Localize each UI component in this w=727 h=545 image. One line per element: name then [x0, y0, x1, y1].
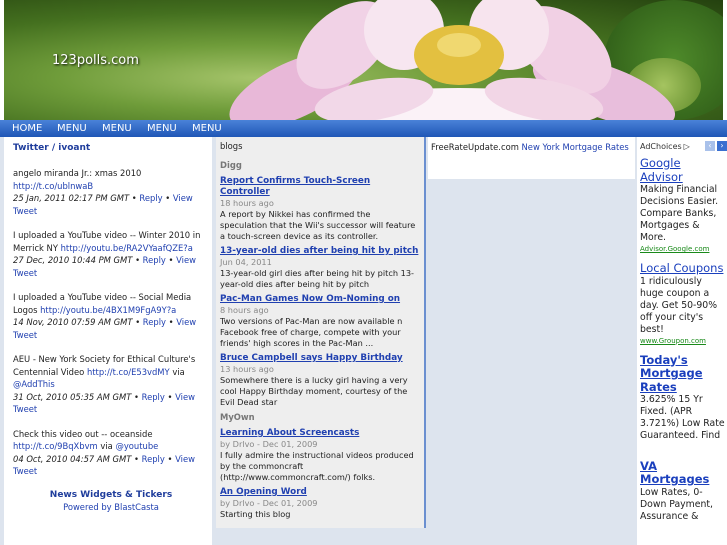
tweet-item: I uploaded a YouTube video -- Social Med… [13, 292, 197, 340]
widget-footer: News Widgets & Tickers Powered by BlastC… [13, 490, 209, 512]
reply-link[interactable]: Reply [142, 392, 165, 402]
tweet-link[interactable]: http://t.co/9BqXbvm [13, 441, 98, 451]
nav-menu-4[interactable]: MENU [192, 123, 222, 134]
header-banner: 123polls.com [0, 0, 727, 120]
tweet-link[interactable]: http://youtu.be/4BX1M9FgA9Y?a [40, 305, 176, 315]
adchoices-bar: AdChoices ▷ ‹ › [640, 140, 727, 152]
reply-link[interactable]: Reply [143, 317, 166, 327]
ad-title-link[interactable]: Today's Mortgage Rates [640, 354, 726, 395]
section-heading: Digg [220, 160, 242, 170]
nav-menu-3[interactable]: MENU [147, 123, 177, 134]
tweet-time: 14 Nov, 2010 07:59 AM GMT [13, 317, 133, 327]
reply-link[interactable]: Reply [139, 193, 162, 203]
blogs-title: blogs [220, 141, 243, 151]
tweet-text: angelo miranda Jr.: xmas 2010 [13, 168, 142, 178]
tweet-time: 31 Oct, 2010 05:35 AM GMT [13, 391, 132, 402]
post-time: 8 hours ago [220, 305, 269, 315]
site-title[interactable]: 123polls.com [52, 53, 139, 68]
post-title-link[interactable]: Learning About Screencasts [220, 428, 420, 439]
tweet-item: AEU - New York Society for Ethical Cultu… [13, 354, 196, 414]
tweet-via: via [169, 366, 185, 377]
main-nav: HOME MENU MENU MENU MENU [0, 120, 727, 137]
blog-post: Bruce Campbell says Happy Birthday 13 ho… [220, 353, 420, 408]
tweet-mention-link[interactable]: @youtube [115, 441, 158, 451]
post-time: 18 hours ago [220, 198, 274, 208]
blog-post: Learning About Screencasts by Drlvo - De… [220, 428, 420, 483]
ad-title-link[interactable]: Google Advisor [640, 156, 726, 184]
tweet-time: 04 Oct, 2010 04:57 AM GMT [13, 453, 132, 464]
blogs-widget: blogs Digg Report Confirms Touch-Screen … [216, 137, 426, 528]
tweet-mention-link[interactable]: @AddThis [13, 379, 55, 389]
ad-body: Low Rates, 0-Down Payment, Assurance & [640, 486, 713, 522]
nav-home[interactable]: HOME [12, 123, 42, 134]
tweet-item: angelo miranda Jr.: xmas 2010 http://t.c… [13, 168, 193, 216]
blog-post: Pac-Man Games Now Om-Noming on 8 hours a… [220, 294, 420, 349]
post-time: by Drlvo - Dec 01, 2009 [220, 498, 318, 508]
ad-item: Today's Mortgage Rates 3.625% 15 Yr Fixe… [640, 354, 726, 452]
tweet-link[interactable]: http://t.co/ublnwaB [13, 181, 93, 191]
post-title-link[interactable]: An Opening Word [220, 487, 420, 498]
post-excerpt: Two versions of Pac-Man are now availabl… [220, 316, 403, 348]
rate-site-name: FreeRateUpdate.com [431, 142, 519, 152]
ad-item: Local Coupons 1 ridiculously huge coupon… [640, 261, 726, 346]
post-time: Jun 04, 2011 [220, 257, 272, 267]
ad-body: Making Financial Decisions Easier. Compa… [640, 184, 719, 243]
post-excerpt: I fully admire the instructional videos … [220, 450, 414, 482]
ad-body: 3.625% 15 Yr Fixed. (APR 3.721%) Low Rat… [640, 394, 725, 441]
twitter-title[interactable]: Twitter / ivoant [13, 143, 212, 153]
tweet-time: 27 Dec, 2010 10:44 PM GMT [13, 255, 133, 265]
tweet-time: 25 Jan, 2011 02:17 PM GMT [13, 193, 130, 203]
ad-body: 1 ridiculously huge coupon a day. Get 50… [640, 275, 718, 335]
post-title-link[interactable]: Report Confirms Touch-Screen Controller [220, 176, 420, 198]
tweet-item: Check this video out -- oceanside http:/… [13, 428, 195, 477]
empty-panel [428, 180, 635, 545]
tweet-item: I uploaded a YouTube video -- Winter 201… [13, 230, 201, 278]
post-excerpt: Somewhere there is a lucky girl having a… [220, 375, 408, 407]
adchoices-label[interactable]: AdChoices [640, 142, 682, 151]
post-title-link[interactable]: Pac-Man Games Now Om-Noming on [220, 294, 420, 305]
widget-footer-powered[interactable]: Powered by BlastCasta [13, 502, 209, 512]
tweet-text: Check this video out -- oceanside [13, 428, 153, 439]
post-time: 13 hours ago [220, 364, 274, 374]
post-title-link[interactable]: Bruce Campbell says Happy Birthday [220, 353, 420, 364]
reply-link[interactable]: Reply [142, 454, 165, 464]
prev-ad-icon[interactable]: ‹ [705, 141, 715, 151]
adchoices-icon[interactable]: ▷ [684, 142, 690, 151]
blog-post: Report Confirms Touch-Screen Controller … [220, 176, 420, 242]
section-heading: MyOwn [220, 412, 255, 422]
post-excerpt: Starting this blog [220, 509, 291, 519]
ad-title-link[interactable]: VA Mortgages [640, 459, 726, 487]
nav-menu-1[interactable]: MENU [57, 123, 87, 134]
post-excerpt: 13-year-old girl dies after being hit by… [220, 268, 414, 289]
nav-menu-2[interactable]: MENU [102, 123, 132, 134]
ad-item: Google Advisor Making Financial Decision… [640, 156, 726, 254]
post-time: by Drlvo - Dec 01, 2009 [220, 439, 318, 449]
ad-item: VA Mortgages Low Rates, 0-Down Payment, … [640, 459, 726, 523]
next-ad-icon[interactable]: › [717, 141, 727, 151]
tweet-link[interactable]: http://youtu.be/RA2VYaafQZE?a [61, 243, 193, 253]
rate-widget: FreeRateUpdate.com New York Mortgage Rat… [428, 137, 635, 179]
tweet-link[interactable]: http://t.co/E53vdMY [87, 367, 170, 377]
widget-footer-title[interactable]: News Widgets & Tickers [13, 490, 209, 500]
blog-post: An Opening Word by Drlvo - Dec 01, 2009 … [220, 487, 420, 520]
ad-title-link[interactable]: Local Coupons [640, 261, 726, 276]
reply-link[interactable]: Reply [143, 255, 166, 265]
ad-url-link[interactable]: Advisor.Google.com [640, 244, 726, 254]
twitter-widget: Twitter / ivoant angelo miranda Jr.: xma… [4, 137, 212, 545]
post-title-link[interactable]: 13-year-old dies after being hit by pitc… [220, 246, 420, 257]
mortgage-rates-link[interactable]: New York Mortgage Rates [522, 142, 629, 152]
blog-post: 13-year-old dies after being hit by pitc… [220, 246, 420, 290]
tweet-via: via [97, 441, 116, 451]
ads-panel: AdChoices ▷ ‹ › Google Advisor Making Fi… [637, 137, 727, 545]
post-excerpt: A report by Nikkei has confirmed the spe… [220, 209, 416, 241]
ad-url-link[interactable]: www.Groupon.com [640, 336, 726, 346]
